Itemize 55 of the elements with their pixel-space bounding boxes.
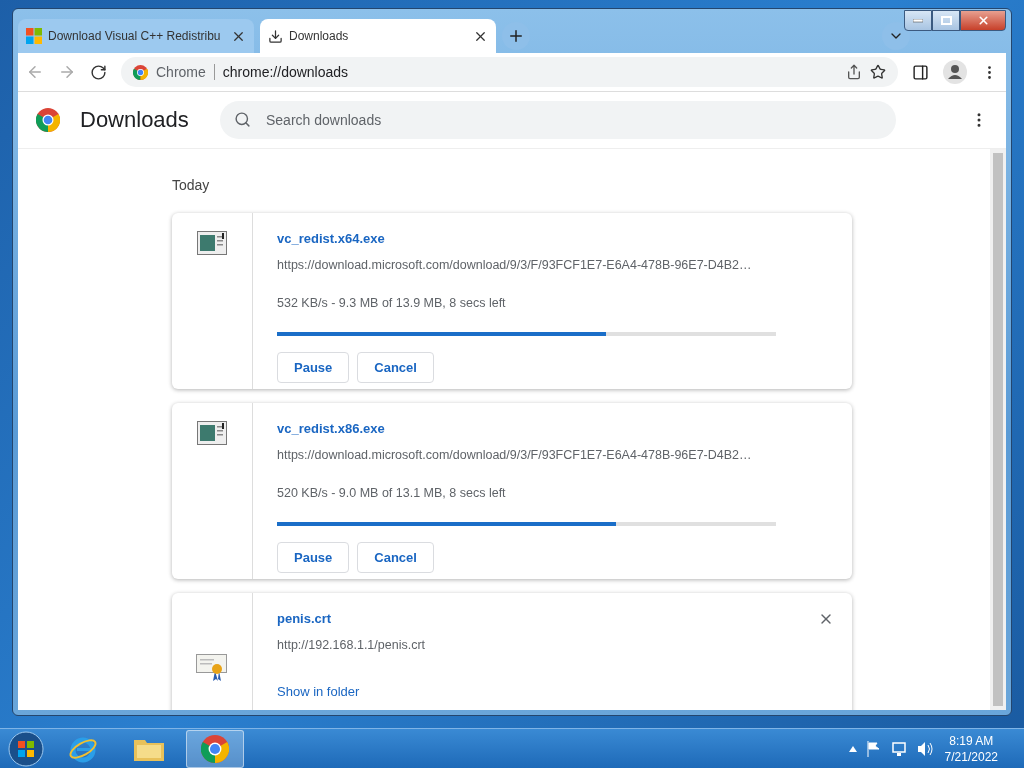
search-icon <box>234 111 251 128</box>
browser-tab[interactable]: Downloads <box>260 19 496 53</box>
volume-icon[interactable] <box>916 740 935 757</box>
certificate-icon <box>196 654 228 682</box>
chrome-icon <box>133 64 148 80</box>
pause-button[interactable]: Pause <box>277 542 350 573</box>
star-icon[interactable] <box>870 64 886 80</box>
side-panel-icon[interactable] <box>912 63 929 81</box>
tab-title: Download Visual C++ Redistribu <box>48 29 222 43</box>
browser-tab[interactable]: Download Visual C++ Redistribu <box>18 19 254 53</box>
program-file-icon <box>197 421 227 445</box>
show-hidden-icons-icon[interactable] <box>848 745 857 752</box>
close-window-button[interactable] <box>960 10 1006 31</box>
file-name-link[interactable]: penis.crt <box>277 611 332 626</box>
download-icon <box>268 28 283 44</box>
taskbar-chrome-button[interactable] <box>186 729 244 768</box>
site-label: Chrome <box>156 64 215 80</box>
scrollbar[interactable] <box>990 149 1006 710</box>
search-field[interactable]: Search downloads <box>220 101 896 139</box>
download-url: https://download.microsoft.com/download/9/3/F/93FCF1E7-E6A4-478B-96E7-D4B2… <box>277 448 753 462</box>
windows-squares-icon <box>26 28 42 44</box>
minimize-icon <box>913 18 923 23</box>
clock-date: 7/21/2022 <box>944 749 998 764</box>
start-button[interactable] <box>6 729 46 768</box>
address-bar[interactable]: Chrome chrome://downloads <box>121 57 898 87</box>
maximize-button[interactable] <box>932 10 960 31</box>
download-status: 532 KB/s - 9.3 MB of 13.9 MB, 8 secs left <box>277 296 507 310</box>
url-text: chrome://downloads <box>222 64 350 80</box>
cancel-button[interactable]: Cancel <box>357 352 434 383</box>
maximize-icon <box>940 16 952 25</box>
clock-time: 8:19 AM <box>949 733 994 748</box>
flag-icon[interactable] <box>866 740 881 757</box>
profile-icon[interactable] <box>943 60 967 84</box>
share-icon[interactable] <box>846 64 862 80</box>
download-url: http://192.168.1.1/penis.crt <box>277 638 427 652</box>
pause-button[interactable]: Pause <box>277 352 350 383</box>
reload-icon[interactable] <box>90 63 107 81</box>
network-icon[interactable] <box>890 740 907 757</box>
close-icon <box>976 14 990 27</box>
minimize-button[interactable] <box>904 10 932 31</box>
file-name-link[interactable]: vc_redist.x86.exe <box>277 421 385 436</box>
tab-title: Downloads <box>289 29 350 43</box>
page-title: Downloads <box>80 107 190 133</box>
tab-search-button[interactable] <box>882 22 910 50</box>
file-name-link[interactable]: vc_redist.x64.exe <box>277 231 385 246</box>
chrome-icon <box>201 734 229 763</box>
download-status: 520 KB/s - 9.0 MB of 13.1 MB, 8 secs left <box>277 486 507 500</box>
show-in-folder-link[interactable]: Show in folder <box>277 684 360 699</box>
cancel-button[interactable]: Cancel <box>357 542 434 573</box>
chrome-logo-icon <box>36 108 60 132</box>
program-file-icon <box>197 231 227 255</box>
new-tab-button[interactable] <box>502 22 530 50</box>
download-url: https://download.microsoft.com/download/9/3/F/93FCF1E7-E6A4-478B-96E7-D4B2… <box>277 258 753 272</box>
plus-icon <box>507 27 525 45</box>
date-heading: Today <box>172 177 211 193</box>
